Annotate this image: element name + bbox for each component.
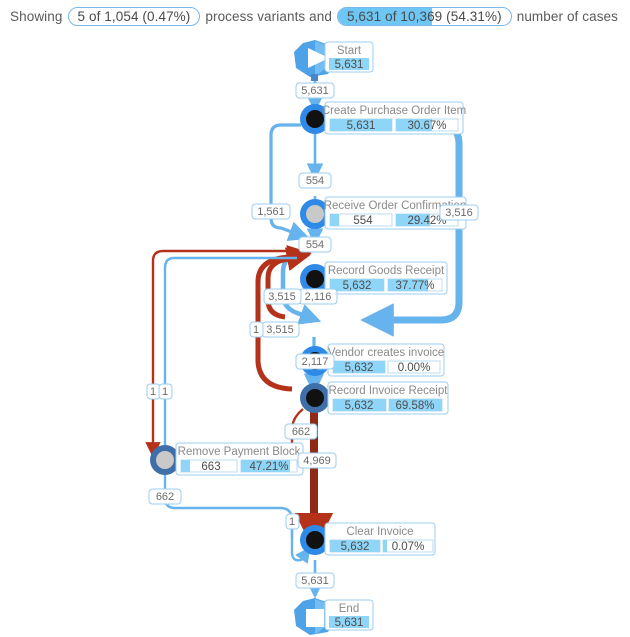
edge-label-text: 4,969	[303, 455, 331, 467]
edge-label-text: 1,561	[257, 206, 285, 218]
edge-label-text: 2,116	[305, 291, 332, 303]
edges-layer	[145, 72, 463, 599]
edge-label-text: 3,515	[266, 324, 294, 336]
edge-label-text: 662	[156, 491, 174, 503]
node-title-vendor-creates-invoice: Vendor creates invoice	[328, 347, 444, 359]
edge-label-text: 5,631	[301, 85, 329, 97]
node-title-start: Start	[337, 45, 362, 57]
edge-label-text: 1	[162, 386, 168, 398]
edge-label-text: 2,117	[302, 356, 329, 368]
edge-label-goods-receipt-to-remove-payment-block-blue[interactable]: 1	[158, 383, 173, 400]
node-title-clear-invoice: Clear Invoice	[346, 526, 413, 538]
edge-label-create-po-to-vendor-invoice[interactable]: 3,516	[439, 204, 479, 221]
node-card-create-purchase-order-item[interactable]: Create Purchase Order Item 5,631 30.67%	[322, 101, 466, 135]
node-card-remove-payment-block[interactable]: Remove Payment Block 663 47.21%	[175, 442, 304, 476]
edge-label-vendor-invoice-to-goods-receipt[interactable]: 3,515	[263, 288, 302, 305]
node-value-end: 5,631	[335, 617, 364, 629]
edge-label-text: 554	[306, 239, 324, 251]
node-card-vendor-creates-invoice[interactable]: Vendor creates invoice 5,632 0.00%	[327, 343, 445, 377]
showing-suffix-label: number of cases	[516, 8, 619, 24]
node-value-receive-order-confirmation: 554	[353, 215, 373, 227]
edge-remove-payment-block-to-clear-invoice[interactable]	[163, 475, 294, 538]
edge-goods-receipt-to-remove-payment-block-blue[interactable]	[159, 256, 297, 458]
node-percent-clear-invoice: 0.07%	[392, 541, 425, 553]
edge-label-create-po-to-receive-order-conf[interactable]: 554	[298, 172, 332, 189]
edge-label-text: 554	[306, 175, 324, 187]
node-value-create-purchase-order-item: 5,631	[347, 120, 376, 132]
edge-goods-receipt-to-remove-payment-block-red[interactable]	[145, 249, 296, 458]
showing-middle-label: process variants and	[205, 8, 332, 24]
edge-label-invoice-receipt-to-clear-invoice[interactable]: 4,969	[297, 452, 337, 469]
edge-label-start-to-create-po[interactable]: 5,631	[295, 82, 335, 99]
edge-label-text: 3,515	[268, 291, 296, 303]
node-card-clear-invoice[interactable]: Clear Invoice 5,632 0.07%	[324, 522, 436, 556]
edge-label-goods-receipt-to-remove-payment-block-red-inner[interactable]: 1	[249, 321, 264, 338]
showing-summary-bar: Showing 5 of 1,054 (0.47%) process varia…	[0, 0, 630, 32]
node-card-record-invoice-receipt[interactable]: Record Invoice Receipt 5,632 69.58%	[327, 381, 449, 415]
edge-label-text: 1	[150, 386, 156, 398]
node-card-start[interactable]: Start 5,631	[324, 41, 374, 73]
edge-label-text: 3,516	[445, 207, 473, 219]
node-title-record-goods-receipt: Record Goods Receipt	[328, 265, 445, 277]
process-variants-pill-label: 5 of 1,054 (0.47%)	[77, 8, 191, 24]
edge-label-create-po-to-goods-receipt[interactable]: 1,561	[251, 203, 291, 220]
node-record-invoice-receipt[interactable]	[300, 383, 330, 413]
process-variants-pill[interactable]: 5 of 1,054 (0.47%)	[67, 6, 201, 26]
edge-label-text: 662	[292, 426, 310, 438]
node-title-create-purchase-order-item: Create Purchase Order Item	[322, 105, 466, 117]
edge-label-receive-order-conf-to-goods-receipt[interactable]: 554	[298, 236, 332, 253]
edge-label-remove-payment-block-to-clear-invoice-single[interactable]: 1	[285, 513, 300, 530]
node-card-record-goods-receipt[interactable]: Record Goods Receipt 5,632 37.77%	[324, 261, 448, 295]
node-value-clear-invoice: 5,632	[341, 541, 370, 553]
node-percent-record-invoice-receipt: 69.58%	[395, 400, 434, 412]
node-value-record-goods-receipt: 5,632	[343, 280, 372, 292]
node-percent-record-goods-receipt: 37.77%	[395, 280, 434, 292]
edge-label-remove-payment-block-to-clear-invoice[interactable]: 662	[148, 488, 182, 505]
edge-label-clear-invoice-to-end[interactable]: 5,631	[295, 572, 335, 589]
node-title-remove-payment-block: Remove Payment Block	[178, 446, 301, 458]
node-percent-vendor-creates-invoice: 0.00%	[398, 362, 431, 374]
cases-pill[interactable]: 5,631 of 10,369 (54.31%)	[336, 6, 512, 26]
node-card-end[interactable]: End 5,631	[324, 599, 374, 631]
edge-label-text: 5,631	[301, 575, 329, 587]
edge-label-invoice-receipt-to-goods-receipt[interactable]: 3,515	[261, 321, 300, 338]
node-value-remove-payment-block: 663	[201, 461, 220, 473]
edge-label-invoice-receipt-to-remove-payment-block[interactable]: 662	[284, 423, 318, 440]
showing-prefix-label: Showing	[10, 8, 63, 24]
node-value-record-invoice-receipt: 5,632	[345, 400, 374, 412]
node-title-end: End	[339, 603, 359, 615]
node-percent-remove-payment-block: 47.21%	[249, 461, 288, 473]
node-title-record-invoice-receipt: Record Invoice Receipt	[329, 385, 449, 397]
edge-label-goods-receipt-to-remove-payment-block-red[interactable]: 1	[146, 383, 161, 400]
nodes-layer	[150, 40, 337, 635]
node-value-vendor-creates-invoice: 5,632	[345, 362, 374, 374]
cases-pill-label: 5,631 of 10,369 (54.31%)	[346, 8, 502, 24]
node-percent-create-purchase-order-item: 30.67%	[407, 120, 446, 132]
process-map-canvas[interactable]: Start 5,631 Create Purchase Order Item 5…	[0, 32, 630, 637]
edge-label-goods-receipt-to-vendor-invoice[interactable]: 2,116	[298, 288, 338, 305]
edge-label-text: 1	[253, 324, 259, 336]
node-value-start: 5,631	[335, 59, 364, 71]
edge-label-text: 1	[289, 516, 295, 528]
edge-label-vendor-invoice-to-invoice-receipt[interactable]: 2,117	[295, 353, 335, 370]
